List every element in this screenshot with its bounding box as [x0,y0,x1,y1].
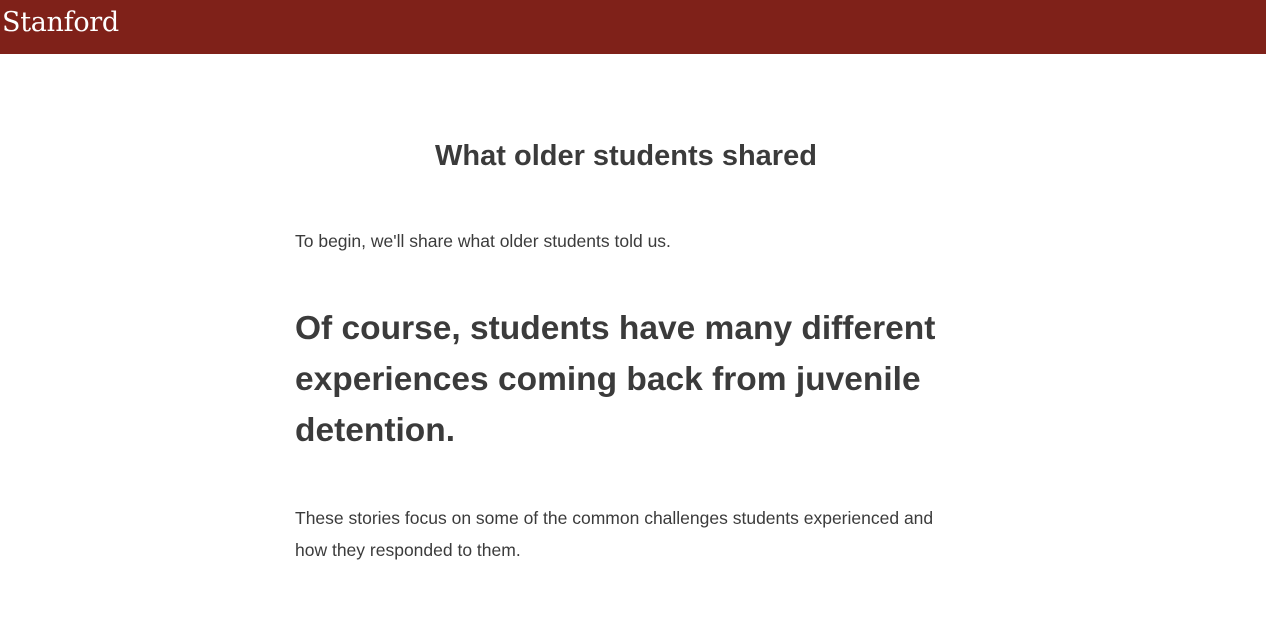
top-bar: Stanford [0,0,1266,54]
stanford-logo[interactable]: Stanford [2,6,119,40]
body-text: These stories focus on some of the commo… [295,508,934,560]
page-title: What older students shared [435,140,817,172]
headline: Of course, students have many different … [295,310,936,449]
intro-text: To begin, we'll share what older student… [295,231,671,251]
